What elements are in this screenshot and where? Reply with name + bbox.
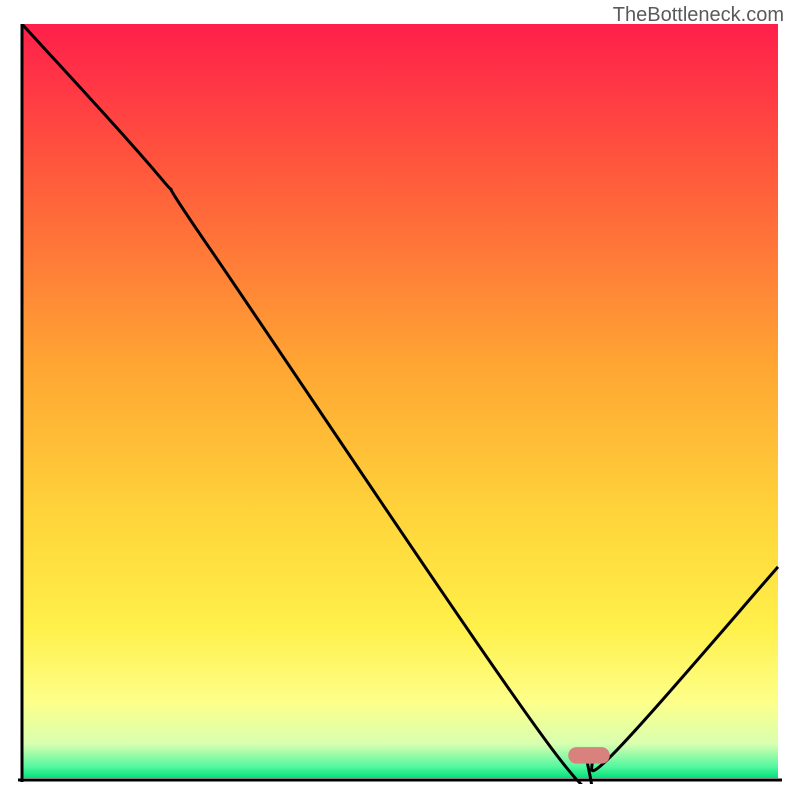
chart-container	[16, 24, 784, 784]
chart-svg	[16, 24, 784, 784]
marker-pill	[568, 747, 610, 764]
watermark-label: TheBottleneck.com	[613, 4, 784, 27]
chart-background	[22, 24, 778, 778]
